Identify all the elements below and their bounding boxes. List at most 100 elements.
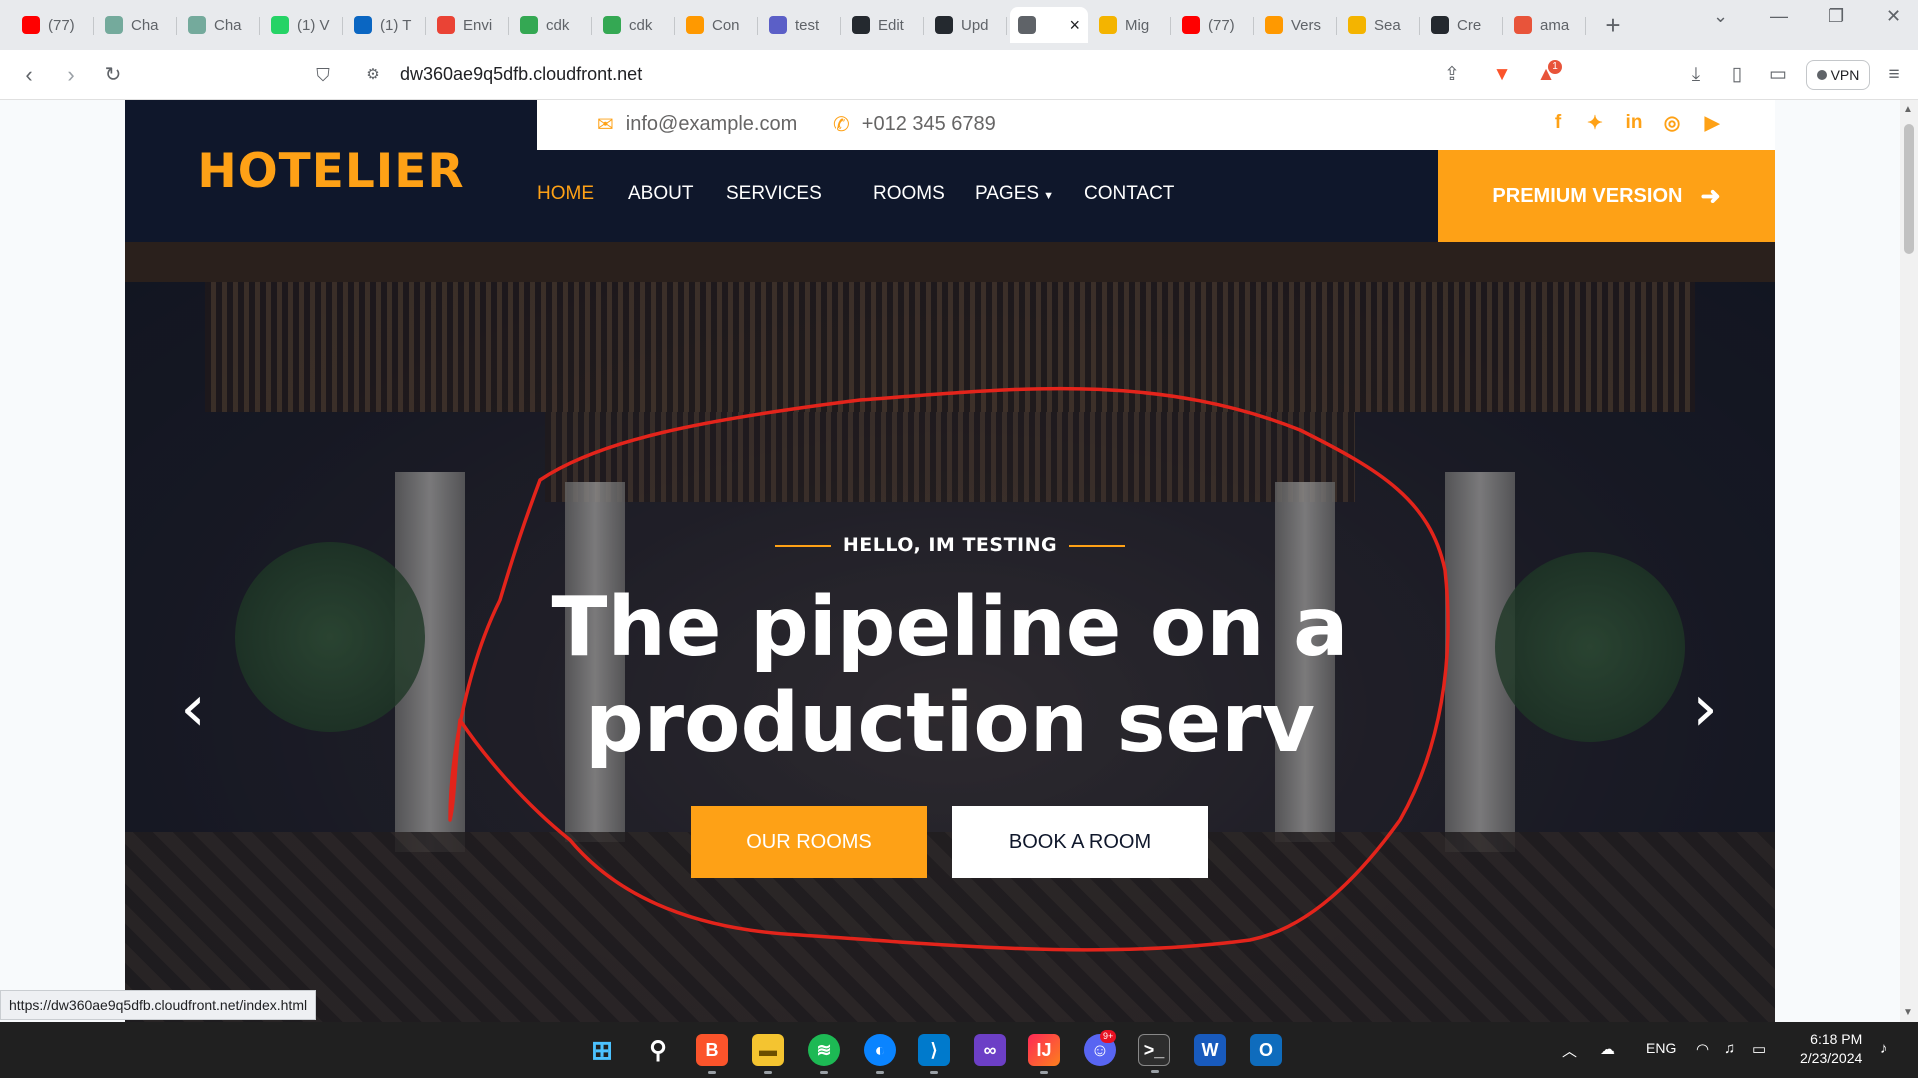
browser-tab[interactable]: cdk: [595, 7, 675, 43]
vscode-icon[interactable]: ⟩: [918, 1034, 950, 1074]
language-indicator[interactable]: ENG: [1646, 1040, 1676, 1056]
notification-bell-icon[interactable]: ♪: [1880, 1040, 1888, 1057]
wallet-icon[interactable]: ▭: [1766, 63, 1790, 87]
browser-tab[interactable]: (77): [1174, 7, 1254, 43]
nav-contact[interactable]: CONTACT: [1084, 183, 1174, 205]
browser-tab[interactable]: Edit: [844, 7, 924, 43]
browser-tab[interactable]: ama: [1506, 7, 1586, 43]
nav-services[interactable]: SERVICES: [726, 183, 822, 205]
browser-tab[interactable]: Con: [678, 7, 758, 43]
cloud-off-icon[interactable]: ☁: [1600, 1040, 1615, 1058]
bookmark-icon[interactable]: ⛉: [310, 62, 336, 88]
carousel-prev-icon[interactable]: ‹: [173, 674, 213, 744]
book-a-room-button[interactable]: BOOK A ROOM: [952, 806, 1208, 878]
sidebar-icon[interactable]: ▯: [1725, 63, 1749, 87]
nav-about[interactable]: ABOUT: [628, 183, 693, 205]
battery-icon[interactable]: ▭: [1752, 1040, 1766, 1058]
restore-button[interactable]: ❐: [1828, 6, 1844, 27]
tab-label: Cha: [214, 16, 242, 34]
calendar-icon: [769, 16, 787, 34]
tab-label: Upd: [961, 16, 989, 34]
twitter-icon[interactable]: ✦: [1582, 112, 1608, 135]
show-hidden-icons-icon[interactable]: ︿: [1562, 1040, 1577, 1061]
terminal-icon[interactable]: >_: [1138, 1034, 1170, 1073]
visual-studio-icon[interactable]: ∞: [974, 1034, 1006, 1066]
outlook-icon[interactable]: O: [1250, 1034, 1282, 1066]
clock-time: 6:18 PM: [1810, 1031, 1863, 1047]
tab-label: test: [795, 16, 820, 34]
hero-title-line1: The pipeline on a: [551, 580, 1349, 675]
browser-tab[interactable]: Upd: [927, 7, 1007, 43]
spotify-icon[interactable]: ≋: [808, 1034, 840, 1074]
close-window-button[interactable]: ✕: [1886, 6, 1901, 27]
browser-tab[interactable]: test: [761, 7, 841, 43]
menu-icon[interactable]: ≡: [1882, 63, 1906, 87]
browser-tab[interactable]: Envi: [429, 7, 509, 43]
share-icon[interactable]: ⇪: [1440, 63, 1464, 87]
tab-label: cdk: [629, 16, 653, 34]
browser-tab[interactable]: (1) T: [346, 7, 426, 43]
browser-tab-bar: (77) Cha Cha (1) V (1) T Envi cdk cdk Con test Edi…: [0, 0, 1918, 50]
nav-rooms[interactable]: ROOMS: [873, 183, 945, 205]
browser-tab[interactable]: cdk: [512, 7, 592, 43]
brand-name: HOTELIER: [197, 143, 465, 199]
hero-subtitle-text: HELLO, IM TESTING: [842, 534, 1058, 556]
tab-label: Edit: [878, 16, 904, 34]
minimize-button[interactable]: —: [1770, 6, 1788, 27]
chatgpt-icon: [105, 16, 123, 34]
site-info-icon[interactable]: ⚙: [360, 62, 386, 88]
new-tab-icon[interactable]: +: [1598, 10, 1628, 41]
scroll-down-icon[interactable]: ▼: [1903, 1007, 1913, 1018]
browser-tab[interactable]: (77): [14, 7, 94, 43]
youtube-icon: [1182, 16, 1200, 34]
file-explorer-icon[interactable]: ▬: [752, 1034, 784, 1074]
page-scrollbar[interactable]: ▲ ▼: [1900, 100, 1918, 1022]
youtube-icon[interactable]: ▶: [1699, 112, 1725, 135]
carousel-next-icon[interactable]: ›: [1685, 674, 1725, 744]
system-clock[interactable]: 6:18 PM 2/23/2024: [1800, 1030, 1862, 1068]
windows-start-icon[interactable]: ⊞: [586, 1034, 618, 1066]
brand-logo[interactable]: HOTELIER: [125, 100, 537, 242]
scrollbar-thumb[interactable]: [1904, 124, 1914, 254]
firefox-icon[interactable]: ◐: [864, 1034, 896, 1074]
instagram-icon[interactable]: ◎: [1659, 112, 1685, 135]
url-field[interactable]: dw360ae9q5dfb.cloudfront.net: [400, 64, 642, 85]
browser-tab[interactable]: Mig: [1091, 7, 1171, 43]
download-icon[interactable]: ⤓: [1684, 63, 1708, 87]
brave-shields-icon[interactable]: ▼: [1490, 63, 1514, 87]
reload-icon[interactable]: ↻: [100, 62, 126, 88]
volume-icon[interactable]: ♫: [1724, 1040, 1735, 1057]
tab-search-icon[interactable]: ⌄: [1713, 6, 1728, 27]
aws-icon: [1265, 16, 1283, 34]
linkedin-icon[interactable]: in: [1621, 112, 1647, 134]
browser-tab[interactable]: ×: [1010, 7, 1088, 43]
back-icon[interactable]: ‹: [16, 62, 42, 88]
email-text: info@example.com: [625, 113, 798, 135]
our-rooms-button[interactable]: OUR ROOMS: [691, 806, 927, 878]
browser-tab[interactable]: (1) V: [263, 7, 343, 43]
tab-label: ama: [1540, 16, 1570, 34]
vpn-button[interactable]: VPN: [1806, 60, 1870, 90]
nav-pages-label: PAGES: [975, 183, 1040, 204]
intellij-icon[interactable]: IJ: [1028, 1034, 1060, 1074]
browser-tab[interactable]: Cha: [97, 7, 177, 43]
email-contact: ✉ info@example.com: [597, 112, 797, 137]
nav-pages[interactable]: PAGES ▼: [975, 183, 1054, 205]
browser-tab[interactable]: Cre: [1423, 7, 1503, 43]
close-tab-icon[interactable]: ×: [1069, 15, 1080, 36]
browser-tab[interactable]: Vers: [1257, 7, 1337, 43]
premium-version-button[interactable]: PREMIUM VERSION ➜: [1438, 150, 1775, 242]
browser-tab[interactable]: Cha: [180, 7, 260, 43]
contact-bar: ✉ info@example.com ✆ +012 345 6789 f ✦ i…: [537, 100, 1775, 150]
browser-tab[interactable]: Sea: [1340, 7, 1420, 43]
word-icon[interactable]: W: [1194, 1034, 1226, 1066]
facebook-icon[interactable]: f: [1545, 112, 1571, 134]
nav-home[interactable]: HOME: [537, 183, 594, 205]
scroll-up-icon[interactable]: ▲: [1903, 104, 1913, 115]
forward-icon[interactable]: ›: [58, 62, 84, 88]
wifi-icon[interactable]: ◠: [1696, 1040, 1709, 1058]
globe-icon: [1018, 16, 1036, 34]
search-icon[interactable]: ⚲: [642, 1034, 674, 1066]
caret-down-icon: ▼: [1043, 190, 1054, 202]
brave-icon[interactable]: B: [696, 1034, 728, 1074]
